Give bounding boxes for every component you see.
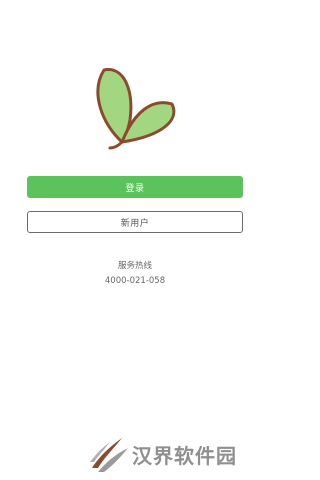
new-user-button-label: 新用户 [120, 218, 150, 229]
login-button-label: 登录 [125, 183, 145, 194]
service-hotline-number[interactable]: 4000-021-058 [0, 276, 270, 286]
login-button[interactable]: 登录 [27, 176, 243, 198]
watermark: 汉界软件园 [88, 434, 258, 474]
new-user-button[interactable]: 新用户 [27, 211, 243, 233]
watermark-text: 汉界软件园 [132, 443, 237, 468]
watermark-logo-icon [90, 438, 128, 472]
leaf-logo-icon [92, 62, 180, 150]
service-hotline-label: 服务热线 [117, 261, 152, 271]
